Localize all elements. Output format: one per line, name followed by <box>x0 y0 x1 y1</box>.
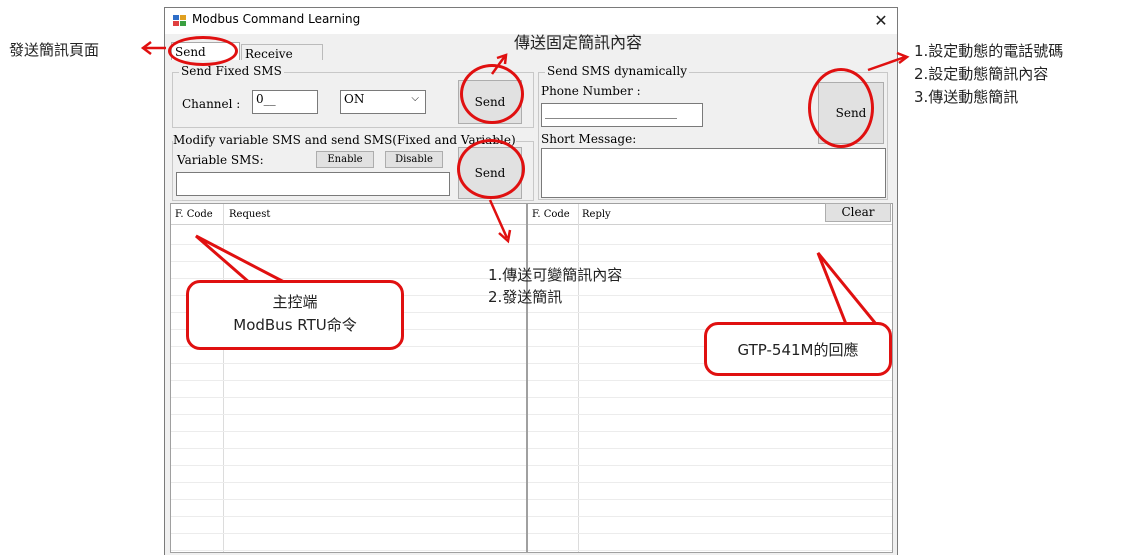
variable-annotation-1: 1.傳送可變簡訊內容 <box>488 266 623 284</box>
dynamic-annotation-2: 2.設定動態簡訊內容 <box>914 65 1049 83</box>
master-note-line2: ModBus RTU命令 <box>233 316 357 334</box>
master-callout: 主控端 ModBus RTU命令 <box>186 280 404 350</box>
fixed-annotation: 傳送固定簡訊內容 <box>514 33 643 52</box>
tab-highlight-ellipse <box>168 36 238 66</box>
dynamic-send-highlight-ellipse <box>808 68 874 148</box>
variable-annotation-2: 2.發送簡訊 <box>488 288 563 306</box>
master-note-line1: 主控端 <box>272 293 318 311</box>
reply-callout: GTP-541M的回應 <box>704 322 892 376</box>
tab-annotation: 發送簡訊頁面 <box>9 41 100 59</box>
fixed-send-highlight-ellipse <box>460 64 524 124</box>
dynamic-annotation-3: 3.傳送動態簡訊 <box>914 88 1019 106</box>
variable-send-highlight-ellipse <box>457 139 525 199</box>
dynamic-annotation-1: 1.設定動態的電話號碼 <box>914 42 1064 60</box>
